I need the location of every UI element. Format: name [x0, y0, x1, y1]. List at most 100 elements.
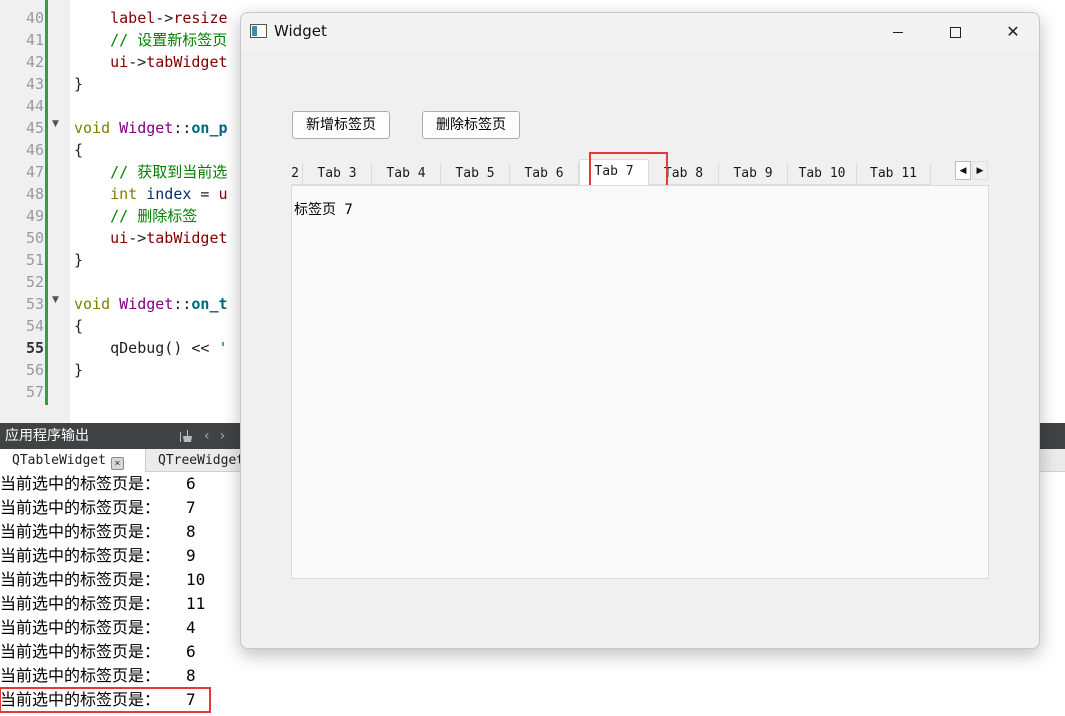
tab-scroll-right-icon[interactable]: ▶ — [972, 161, 988, 180]
output-tab-qtablewidget[interactable]: QTableWidget × — [0, 449, 146, 472]
code-token: on_p — [191, 119, 228, 137]
add-tab-button[interactable]: 新增标签页 — [292, 111, 390, 139]
line-number: 45 — [25, 119, 44, 137]
output-line-prefix: 当前选中的标签页是： — [0, 474, 161, 493]
output-line-value: 9 — [186, 546, 196, 565]
maximize-icon — [949, 27, 961, 38]
output-line-value: 6 — [186, 474, 196, 493]
tab-tab-3[interactable]: Tab 3 — [303, 163, 372, 185]
tab-page: 标签页 7 — [291, 185, 989, 579]
code-line[interactable]: { — [74, 315, 83, 337]
code-token: :: — [173, 295, 192, 313]
output-line-prefix: 当前选中的标签页是： — [0, 570, 161, 589]
output-line-value: 4 — [186, 618, 196, 637]
tab-tab-9[interactable]: Tab 9 — [719, 163, 788, 185]
tab-tab-11[interactable]: Tab 11 — [857, 163, 931, 185]
code-token: Widget — [119, 119, 174, 137]
code-token: on_t — [191, 295, 228, 313]
line-number-gutter: 40 41 42 43 44 45 ▼ 46 47 48 49 50 51 52 53 ▼ 54 55 56 57 — [0, 0, 70, 423]
fold-marker-icon[interactable]: ▼ — [52, 289, 62, 311]
change-marker-bar — [45, 0, 48, 405]
widget-window: Widget ✕ 新增标签页 删除标签页 2 Tab 3 Tab 4 Tab 5 Tab… — [240, 12, 1040, 649]
code-line[interactable]: void Widget::on_p — [74, 117, 228, 139]
line-number: 57 — [25, 383, 44, 401]
delete-tab-button[interactable]: 删除标签页 — [422, 111, 520, 139]
close-window-button[interactable]: ✕ — [984, 13, 1039, 50]
code-line[interactable]: label->resize — [74, 7, 228, 29]
output-line: 当前选中的标签页是： 7 — [0, 496, 260, 520]
minimize-button[interactable] — [869, 13, 927, 50]
minimize-icon — [893, 32, 903, 33]
line-number: 44 — [25, 97, 44, 115]
code-token: u — [218, 185, 228, 203]
tab-scroll-left-icon[interactable]: ◀ — [955, 161, 971, 180]
code-token: ui — [110, 229, 129, 247]
broom-icon[interactable] — [178, 423, 194, 449]
code-line[interactable]: // 删除标签 — [74, 205, 197, 227]
output-line-prefix: 当前选中的标签页是： — [0, 690, 161, 709]
output-line-prefix: 当前选中的标签页是： — [0, 522, 161, 541]
code-line[interactable]: // 设置新标签页 — [74, 29, 227, 51]
output-line: 当前选中的标签页是： 9 — [0, 544, 260, 568]
tab-tab-5[interactable]: Tab 5 — [441, 163, 510, 185]
code-token: qDebug() << — [110, 339, 219, 357]
output-line-value: 7 — [186, 498, 196, 517]
line-number: 48 — [25, 185, 44, 203]
line-number: 52 — [25, 273, 44, 291]
output-line-value: 11 — [186, 594, 206, 613]
code-line[interactable]: } — [74, 249, 83, 271]
code-token: } — [74, 251, 84, 269]
code-line[interactable]: { — [74, 139, 83, 161]
code-token: resize — [173, 9, 228, 27]
next-item-icon[interactable]: › — [220, 423, 226, 449]
code-token: Widget — [119, 295, 174, 313]
output-line: 当前选中的标签页是： 8 — [0, 664, 260, 688]
code-line[interactable]: // 获取到当前选 — [74, 161, 227, 183]
window-title-bar[interactable]: Widget ✕ — [241, 13, 1039, 50]
output-line: 当前选中的标签页是： 6 — [0, 640, 260, 664]
output-line: 当前选中的标签页是： 4 — [0, 616, 260, 640]
line-number: 49 — [25, 207, 44, 225]
code-token: -> — [155, 9, 174, 27]
code-token: // 获取到当前选 — [110, 163, 228, 181]
code-token: tabWidget — [146, 53, 228, 71]
tab-tab-6[interactable]: Tab 6 — [510, 163, 579, 185]
code-line[interactable]: int index = u — [74, 183, 228, 205]
code-line[interactable]: ui->tabWidget — [74, 227, 227, 249]
maximize-button[interactable] — [926, 13, 984, 50]
code-token: void — [74, 119, 111, 137]
close-icon[interactable]: × — [110, 457, 124, 470]
output-tab-label: QTreeWidget — [158, 453, 245, 468]
line-number: 50 — [25, 229, 44, 247]
code-token: { — [74, 141, 84, 159]
output-line-prefix: 当前选中的标签页是： — [0, 618, 161, 637]
line-number: 43 — [25, 75, 44, 93]
output-line-value: 6 — [186, 642, 196, 661]
code-token: index — [146, 185, 192, 203]
code-token: // 设置新标签页 — [110, 31, 228, 49]
code-line[interactable]: void Widget::on_t — [74, 293, 228, 315]
tab-2[interactable]: 2 — [291, 163, 303, 185]
output-line: 当前选中的标签页是： 6 — [0, 472, 260, 496]
code-token: = — [191, 185, 219, 203]
output-line: 当前选中的标签页是： 7 — [0, 687, 211, 713]
code-line[interactable]: } — [74, 359, 83, 381]
fold-marker-icon[interactable]: ▼ — [52, 113, 62, 135]
output-line-prefix: 当前选中的标签页是： — [0, 546, 161, 565]
line-number: 51 — [25, 251, 44, 269]
output-line-prefix: 当前选中的标签页是： — [0, 594, 161, 613]
output-line-prefix: 当前选中的标签页是： — [0, 666, 161, 685]
code-token: int — [110, 185, 138, 203]
tab-tab-4[interactable]: Tab 4 — [372, 163, 441, 185]
previous-item-icon[interactable]: ‹ — [204, 423, 210, 449]
code-line[interactable]: ui->tabWidget — [74, 51, 228, 73]
tab-tab-10[interactable]: Tab 10 — [788, 163, 857, 185]
code-line[interactable]: } — [74, 73, 83, 95]
code-token: ui — [110, 53, 129, 71]
code-line[interactable]: qDebug() << ' — [74, 337, 227, 359]
